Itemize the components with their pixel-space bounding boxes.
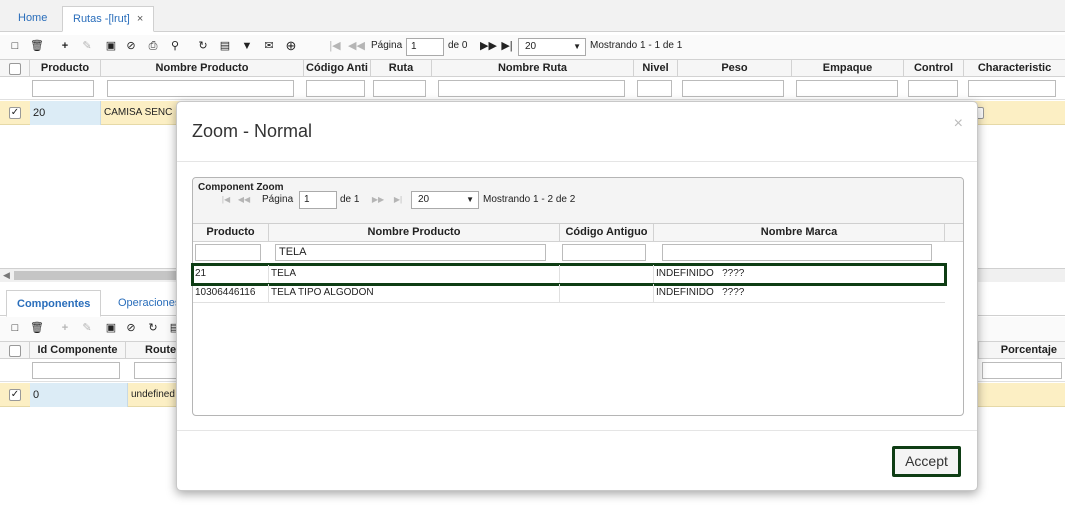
first-page-icon[interactable]: |◀ [219, 193, 233, 207]
col-codigo-antiguo[interactable]: Código Antiguo [560, 224, 654, 241]
table-row[interactable]: 10306446116 TELA TIPO ALGODON INDEFINIDO… [193, 284, 945, 303]
prev-page-icon[interactable]: ◀◀ [237, 193, 251, 207]
divider [177, 430, 977, 431]
component-zoom-panel: Component Zoom |◀ ◀◀ Página 1 de 1 ▶▶ ▶|… [191, 177, 964, 416]
cell-codigo [560, 265, 654, 283]
page-label: Página [262, 194, 294, 205]
close-icon[interactable]: × [954, 115, 963, 133]
showing-text: Mostrando 1 - 2 de 2 [483, 194, 576, 205]
table-row[interactable]: 21 TELA INDEFINIDO ???? [191, 263, 947, 286]
cell-producto: 10306446116 [193, 284, 269, 302]
cell-codigo [560, 284, 654, 302]
cell-marca: INDEFINIDO ???? [656, 268, 745, 279]
cell-producto: 21 [193, 265, 269, 283]
component-zoom-toolbar: Component Zoom |◀ ◀◀ Página 1 de 1 ▶▶ ▶|… [193, 178, 963, 224]
cell-nombre: TELA TIPO ALGODON [269, 284, 560, 302]
last-page-icon[interactable]: ▶| [391, 193, 405, 207]
filter-codigo-antiguo[interactable] [562, 244, 646, 261]
col-nombre-marca[interactable]: Nombre Marca [654, 224, 945, 241]
zoom-dialog: Zoom - Normal × Component Zoom |◀ ◀◀ Pág… [176, 101, 978, 491]
cell-marca: INDEFINIDO ???? [656, 287, 745, 298]
next-page-icon[interactable]: ▶▶ [371, 193, 385, 207]
page-count: de 1 [340, 194, 360, 205]
dialog-title: Zoom - Normal [192, 121, 313, 141]
accept-button[interactable]: Accept [892, 446, 961, 477]
zoom-filter-row: TELA [193, 242, 963, 264]
divider [177, 161, 977, 162]
filter-nombre-marca[interactable] [662, 244, 932, 261]
filter-nombre-producto[interactable]: TELA [275, 244, 546, 261]
filter-producto[interactable] [195, 244, 261, 261]
panel-title: Component Zoom [198, 182, 284, 193]
zoom-grid-header: Producto Nombre Producto Código Antiguo … [193, 224, 963, 242]
cell-nombre: TELA [269, 265, 560, 283]
chevron-down-icon: ▼ [466, 195, 474, 204]
col-producto[interactable]: Producto [193, 224, 269, 241]
page-input[interactable]: 1 [299, 191, 337, 209]
col-nombre-producto[interactable]: Nombre Producto [269, 224, 560, 241]
page-size-select[interactable]: 20 ▼ [411, 191, 479, 209]
page-size-value: 20 [418, 194, 430, 205]
